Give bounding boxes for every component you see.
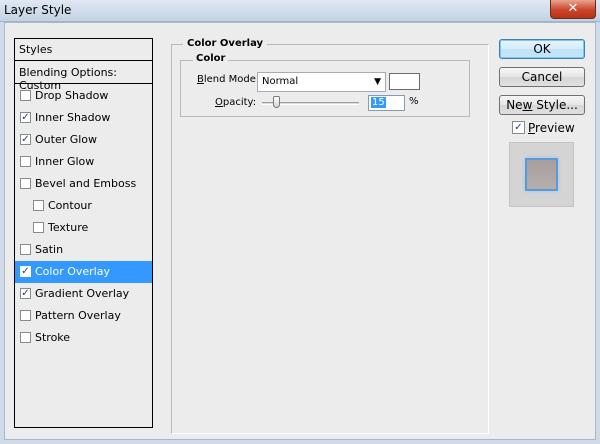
ok-label: OK bbox=[533, 42, 551, 56]
style-item-checkbox[interactable] bbox=[20, 90, 31, 101]
blend-mode-value: Normal bbox=[262, 76, 299, 87]
style-item-checkbox[interactable] bbox=[20, 332, 31, 343]
check-icon: ✓ bbox=[514, 122, 523, 133]
style-item-checkbox[interactable] bbox=[20, 310, 31, 321]
style-item-inner-shadow[interactable]: ✓ Inner Shadow bbox=[15, 107, 152, 129]
style-item-color-overlay[interactable]: ✓ Color Overlay bbox=[15, 261, 152, 283]
new-style-button[interactable]: New Style... bbox=[499, 95, 585, 115]
style-item-drop-shadow[interactable]: Drop Shadow bbox=[15, 85, 152, 107]
style-item-label: Outer Glow bbox=[35, 133, 98, 146]
styles-header-label: Styles bbox=[19, 43, 53, 56]
preview-checkbox[interactable]: ✓ bbox=[512, 121, 525, 134]
preview-label: Preview bbox=[528, 121, 575, 135]
opacity-unit: % bbox=[409, 96, 419, 107]
style-item-checkbox[interactable] bbox=[20, 244, 31, 255]
style-item-checkbox[interactable] bbox=[20, 178, 31, 189]
opacity-label: Opacity: bbox=[215, 97, 257, 108]
style-item-checkbox[interactable] bbox=[33, 200, 44, 211]
style-item-checkbox[interactable]: ✓ bbox=[20, 266, 31, 277]
style-item-label: Pattern Overlay bbox=[35, 309, 121, 322]
style-item-checkbox[interactable]: ✓ bbox=[20, 112, 31, 123]
style-item-inner-glow[interactable]: Inner Glow bbox=[15, 151, 152, 173]
style-item-pattern-overlay[interactable]: Pattern Overlay bbox=[15, 305, 152, 327]
chevron-down-icon: ▼ bbox=[374, 77, 381, 87]
style-item-label: Inner Shadow bbox=[35, 111, 111, 124]
style-item-contour[interactable]: Contour bbox=[15, 195, 152, 217]
blend-mode-label: Blend Mode: bbox=[197, 74, 260, 85]
panel-title: Color Overlay bbox=[183, 38, 268, 49]
preview-thumbnail bbox=[509, 142, 574, 207]
style-item-satin[interactable]: Satin bbox=[15, 239, 152, 261]
style-item-label: Inner Glow bbox=[35, 155, 95, 168]
style-item-label: Satin bbox=[35, 243, 64, 256]
style-item-label: Bevel and Emboss bbox=[35, 177, 137, 190]
close-button[interactable]: ✕ bbox=[550, 0, 596, 19]
style-item-label: Stroke bbox=[35, 331, 71, 344]
style-item-label: Color Overlay bbox=[35, 265, 110, 278]
blend-mode-select[interactable]: Normal ▼ bbox=[257, 72, 386, 92]
style-item-checkbox[interactable] bbox=[33, 222, 44, 233]
style-item-label: Contour bbox=[48, 199, 92, 212]
style-item-checkbox[interactable]: ✓ bbox=[20, 288, 31, 299]
cancel-button[interactable]: Cancel bbox=[499, 67, 585, 87]
opacity-slider-thumb[interactable] bbox=[272, 96, 280, 108]
style-item-label: Texture bbox=[48, 221, 89, 234]
cancel-label: Cancel bbox=[521, 70, 563, 84]
overlay-color-swatch[interactable] bbox=[389, 73, 420, 90]
style-item-bevel-and-emboss[interactable]: Bevel and Emboss bbox=[15, 173, 152, 195]
close-icon: ✕ bbox=[567, 1, 579, 16]
color-group-title: Color bbox=[193, 53, 229, 64]
window-title: Layer Style bbox=[4, 3, 72, 17]
style-item-checkbox[interactable]: ✓ bbox=[20, 134, 31, 145]
style-item-label: Gradient Overlay bbox=[35, 287, 130, 300]
style-item-stroke[interactable]: Stroke bbox=[15, 327, 152, 349]
style-item-label: Drop Shadow bbox=[35, 89, 109, 102]
opacity-value: 15 bbox=[371, 97, 386, 108]
ok-button[interactable]: OK bbox=[499, 39, 585, 59]
style-item-outer-glow[interactable]: ✓ Outer Glow bbox=[15, 129, 152, 151]
new-style-label: New Style... bbox=[506, 98, 578, 112]
styles-header[interactable]: Styles bbox=[15, 39, 152, 61]
style-item-gradient-overlay[interactable]: ✓ Gradient Overlay bbox=[15, 283, 152, 305]
blending-options-item[interactable]: Blending Options: Custom bbox=[15, 61, 152, 92]
opacity-input[interactable]: 15 bbox=[368, 95, 405, 111]
styles-list: Styles Blending Options: Custom Drop Sha… bbox=[14, 38, 153, 428]
title-bar: Layer Style ✕ bbox=[0, 0, 600, 22]
preview-swatch bbox=[525, 158, 558, 191]
style-item-texture[interactable]: Texture bbox=[15, 217, 152, 239]
style-item-checkbox[interactable] bbox=[20, 156, 31, 167]
